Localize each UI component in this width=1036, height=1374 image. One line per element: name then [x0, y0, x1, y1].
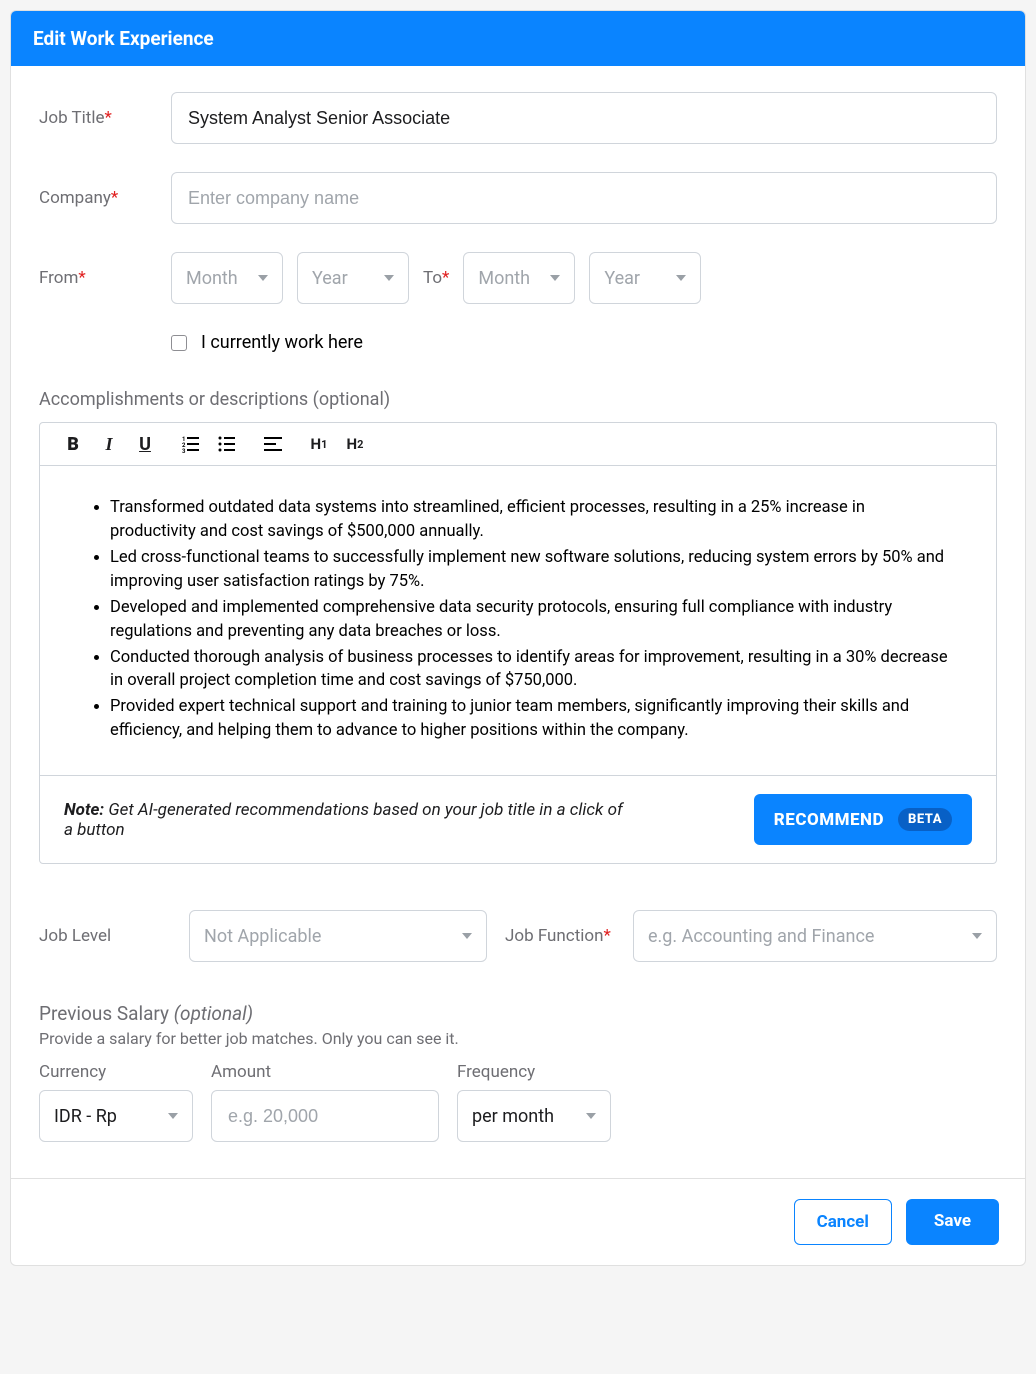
ordered-list-button[interactable]: 123 [180, 433, 202, 455]
bullet-item: Led cross-functional teams to successful… [110, 546, 952, 594]
currency-label: Currency [39, 1062, 193, 1082]
job-level-label: Job Level [39, 926, 171, 946]
currently-work-label: I currently work here [201, 332, 363, 353]
h2-button[interactable]: H2 [344, 433, 366, 455]
to-label: To* [423, 268, 449, 288]
chevron-down-icon [462, 933, 472, 939]
amount-input[interactable] [211, 1090, 439, 1142]
accomplishments-label: Accomplishments or descriptions (optiona… [39, 389, 997, 410]
date-row: From* Month Year To* Month Year [39, 252, 997, 304]
salary-section: Previous Salary (optional) Provide a sal… [39, 1002, 997, 1142]
chevron-down-icon [168, 1113, 178, 1119]
company-label: Company* [39, 188, 171, 208]
beta-badge: BETA [898, 808, 952, 831]
recommend-button[interactable]: RECOMMEND BETA [754, 794, 972, 845]
svg-text:3: 3 [182, 448, 186, 453]
currently-work-checkbox[interactable] [171, 335, 187, 351]
to-month-select[interactable]: Month [463, 252, 575, 304]
from-label: From* [39, 268, 171, 288]
chevron-down-icon [972, 933, 982, 939]
company-input[interactable] [171, 172, 997, 224]
modal-header: Edit Work Experience [11, 11, 1025, 66]
bullet-item: Conducted thorough analysis of business … [110, 646, 952, 694]
company-row: Company* [39, 172, 997, 224]
edit-work-experience-modal: Edit Work Experience Job Title* Company*… [10, 10, 1026, 1266]
align-button[interactable] [262, 433, 284, 455]
editor-content[interactable]: Transformed outdated data systems into s… [40, 466, 996, 775]
save-button[interactable]: Save [906, 1199, 999, 1245]
chevron-down-icon [676, 275, 686, 281]
editor-toolbar: B I U 123 H1 H2 [40, 423, 996, 466]
job-function-select[interactable]: e.g. Accounting and Finance [633, 910, 997, 962]
modal-body: Job Title* Company* From* Month Year To*… [11, 66, 1025, 1178]
underline-button[interactable]: U [134, 433, 156, 455]
accomplishments-editor: B I U 123 H1 H2 Transformed outd [39, 422, 997, 864]
job-title-row: Job Title* [39, 92, 997, 144]
modal-footer: Cancel Save [11, 1178, 1025, 1265]
chevron-down-icon [384, 275, 394, 281]
chevron-down-icon [258, 275, 268, 281]
note-text: Note: Get AI-generated recommendations b… [64, 800, 624, 840]
job-level-select[interactable]: Not Applicable [189, 910, 487, 962]
job-level-function-row: Job Level Not Applicable Job Function* e… [39, 910, 997, 962]
bold-button[interactable]: B [62, 433, 84, 455]
frequency-select[interactable]: per month [457, 1090, 611, 1142]
chevron-down-icon [550, 275, 560, 281]
to-year-select[interactable]: Year [589, 252, 701, 304]
currently-work-row: I currently work here [171, 332, 997, 353]
bullet-item: Transformed outdated data systems into s… [110, 496, 952, 544]
amount-label: Amount [211, 1062, 439, 1082]
job-title-input[interactable] [171, 92, 997, 144]
job-function-label: Job Function* [505, 925, 615, 947]
frequency-label: Frequency [457, 1062, 611, 1082]
currency-select[interactable]: IDR - Rp [39, 1090, 193, 1142]
bullet-item: Developed and implemented comprehensive … [110, 596, 952, 644]
modal-title: Edit Work Experience [33, 27, 214, 50]
italic-button[interactable]: I [98, 433, 120, 455]
job-title-label: Job Title* [39, 108, 171, 128]
from-month-select[interactable]: Month [171, 252, 283, 304]
h1-button[interactable]: H1 [308, 433, 330, 455]
salary-title: Previous Salary (optional) [39, 1002, 997, 1025]
from-year-select[interactable]: Year [297, 252, 409, 304]
chevron-down-icon [586, 1113, 596, 1119]
bullet-item: Provided expert technical support and tr… [110, 695, 952, 743]
note-bar: Note: Get AI-generated recommendations b… [40, 775, 996, 863]
unordered-list-button[interactable] [216, 433, 238, 455]
cancel-button[interactable]: Cancel [794, 1199, 892, 1245]
salary-subtitle: Provide a salary for better job matches.… [39, 1029, 997, 1048]
